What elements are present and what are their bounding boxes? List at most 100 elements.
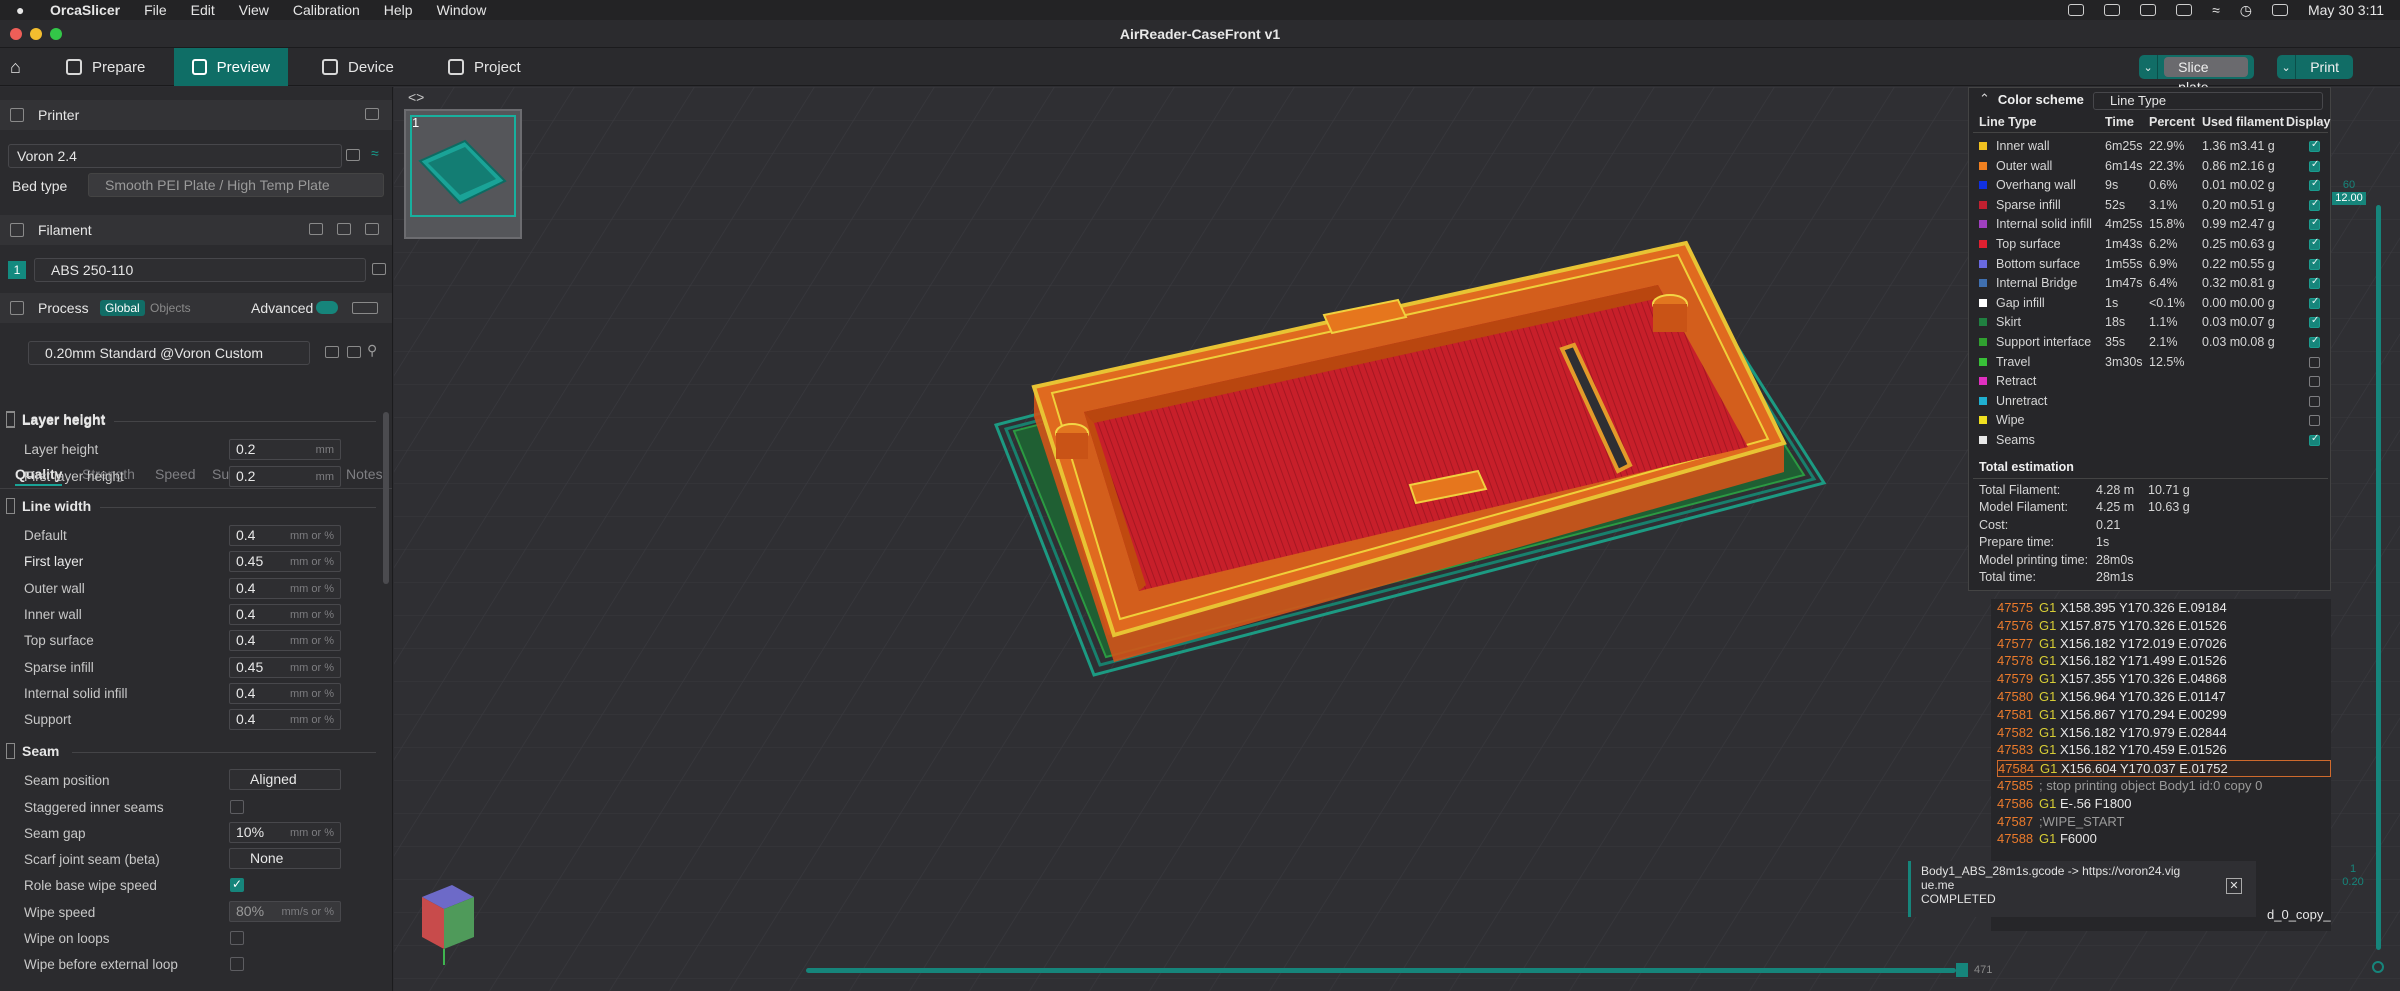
toggle-objects[interactable]: Objects bbox=[150, 301, 191, 315]
legend-display-checkbox[interactable] bbox=[2309, 276, 2320, 290]
legend-display-checkbox[interactable] bbox=[2309, 356, 2320, 368]
legend-display-checkbox[interactable] bbox=[2309, 415, 2320, 427]
tab-preview[interactable]: Preview bbox=[174, 48, 288, 86]
legend-display-checkbox[interactable] bbox=[2309, 376, 2320, 388]
advanced-toggle[interactable] bbox=[316, 301, 338, 314]
time-machine-icon[interactable]: ◷ bbox=[2240, 2, 2252, 19]
process-section-header[interactable]: Process Global Objects Advanced bbox=[0, 293, 392, 323]
color-scheme-select[interactable]: Line Type bbox=[2093, 92, 2323, 110]
slice-plate-button[interactable]: ⌄ Slice plate bbox=[2139, 55, 2254, 95]
remove-filament-icon[interactable] bbox=[337, 223, 351, 235]
edit-filament-icon[interactable] bbox=[372, 263, 386, 275]
menu-file[interactable]: File bbox=[144, 2, 167, 18]
gcode-line[interactable]: 47582 G1 X156.182 Y170.979 E.02844 bbox=[1997, 725, 2331, 742]
save-preset-icon[interactable] bbox=[325, 346, 339, 358]
legend-display-checkbox[interactable] bbox=[2309, 237, 2320, 250]
toggle-global[interactable]: Global bbox=[100, 300, 145, 316]
orientation-cube[interactable] bbox=[412, 877, 492, 967]
legend-display-checkbox[interactable] bbox=[2309, 315, 2320, 329]
gcode-line[interactable]: 47587 ;WIPE_START bbox=[1997, 814, 2331, 831]
filament-settings-icon[interactable] bbox=[365, 223, 379, 235]
add-filament-icon[interactable] bbox=[309, 223, 323, 235]
minimize-window-button[interactable] bbox=[30, 28, 42, 40]
horizontal-slider-thumb[interactable] bbox=[1956, 963, 1968, 977]
gcode-line[interactable]: 47585 ; stop printing object Body1 id:0 c… bbox=[1997, 778, 2331, 795]
cloud-icon[interactable] bbox=[2104, 4, 2121, 16]
chevron-down-icon[interactable]: ⌄ bbox=[2139, 55, 2159, 79]
close-window-button[interactable] bbox=[10, 28, 22, 40]
chevron-down-icon[interactable]: ⌄ bbox=[2277, 55, 2297, 79]
color-scheme-header[interactable]: ⌃ Color scheme bbox=[1979, 91, 2084, 107]
vertical-layer-slider[interactable] bbox=[2376, 205, 2381, 950]
zoom-window-button[interactable] bbox=[50, 28, 62, 40]
gcode-line[interactable]: 47588 G1 F6000 bbox=[1997, 831, 2331, 848]
tab-others[interactable]: Others bbox=[283, 466, 325, 482]
gcode-line[interactable]: 47586 G1 E-.56 F1800 bbox=[1997, 796, 2331, 813]
horizontal-layer-slider[interactable] bbox=[806, 968, 1956, 973]
filament-select[interactable]: ABS 250-110 bbox=[34, 258, 366, 282]
tab-prepare[interactable]: Prepare bbox=[48, 48, 163, 86]
apple-icon[interactable]: ● bbox=[16, 2, 32, 18]
slider-settings-icon[interactable] bbox=[2372, 961, 2384, 973]
menu-view[interactable]: View bbox=[239, 2, 269, 18]
tab-support[interactable]: Support bbox=[212, 466, 261, 482]
legend-row: Internal solid infill 4m25s 15.8% 0.99 m 2.4… bbox=[1979, 215, 2329, 233]
status-app-icon[interactable] bbox=[2068, 4, 2085, 16]
compare-icon[interactable] bbox=[352, 302, 378, 314]
legend-display-checkbox[interactable] bbox=[2309, 335, 2320, 348]
menu-window[interactable]: Window bbox=[437, 2, 487, 18]
gcode-line[interactable]: 47577 G1 X156.182 Y172.019 E.07026 bbox=[1997, 636, 2331, 653]
legend-time: 4m25s bbox=[2105, 217, 2143, 232]
process-profile-select[interactable]: 0.20mm Standard @Voron Custom bbox=[28, 341, 310, 365]
close-icon[interactable]: ✕ bbox=[2226, 878, 2242, 894]
legend-display-checkbox[interactable] bbox=[2309, 217, 2320, 231]
legend-display-checkbox[interactable] bbox=[2309, 395, 2320, 407]
printer-section-header[interactable]: Printer bbox=[0, 100, 392, 130]
gcode-line[interactable]: 47575 G1 X158.395 Y170.326 E.09184 bbox=[1997, 600, 2331, 617]
bed-type-select[interactable]: Smooth PEI Plate / High Temp Plate bbox=[88, 173, 384, 197]
gcode-line[interactable]: 47578 G1 X156.182 Y171.499 E.01526 bbox=[1997, 653, 2331, 670]
wifi-icon[interactable]: ≈ bbox=[371, 145, 379, 161]
legend-display-checkbox[interactable] bbox=[2309, 198, 2320, 211]
printer-settings-icon[interactable] bbox=[365, 108, 379, 120]
control-center-icon[interactable] bbox=[2271, 4, 2288, 16]
legend-display-checkbox[interactable] bbox=[2309, 296, 2320, 309]
total-row: Total time: 28m1s bbox=[1979, 570, 2148, 584]
menu-help[interactable]: Help bbox=[384, 2, 413, 18]
battery-icon[interactable] bbox=[2176, 4, 2193, 16]
print-button[interactable]: ⌄ Print bbox=[2277, 55, 2353, 79]
legend-display-checkbox[interactable] bbox=[2309, 178, 2320, 192]
record-icon[interactable] bbox=[2140, 4, 2157, 16]
tab-strength[interactable]: Strength bbox=[82, 466, 135, 482]
plate-thumbnail[interactable]: 1 bbox=[404, 109, 522, 239]
legend-display-checkbox[interactable] bbox=[2309, 159, 2320, 172]
tab-speed[interactable]: Speed bbox=[155, 466, 195, 482]
menu-edit[interactable]: Edit bbox=[191, 2, 215, 18]
gcode-line[interactable]: 47580 G1 X156.964 Y170.326 E.01147 bbox=[1997, 689, 2331, 706]
legend-display-checkbox[interactable] bbox=[2309, 139, 2320, 152]
gcode-line[interactable]: 47581 G1 X156.867 Y170.294 E.00299 bbox=[1997, 707, 2331, 724]
collapse-sidebar-icon[interactable]: <> bbox=[408, 89, 424, 105]
tab-project[interactable]: Project bbox=[430, 48, 539, 86]
printer-select[interactable]: Voron 2.4 bbox=[8, 144, 342, 168]
legend-display-checkbox[interactable] bbox=[2309, 433, 2320, 446]
delete-preset-icon[interactable] bbox=[347, 346, 361, 358]
gcode-line[interactable]: 47584 G1 X156.604 Y170.037 E.01752 bbox=[1997, 760, 2331, 778]
legend-display-checkbox[interactable] bbox=[2309, 257, 2320, 270]
menu-app-name[interactable]: OrcaSlicer bbox=[50, 2, 120, 18]
wifi-icon[interactable]: ≈ bbox=[2212, 2, 2220, 18]
gcode-line[interactable]: 47579 G1 X157.355 Y170.326 E.04868 bbox=[1997, 671, 2331, 688]
home-button[interactable]: ⌂ bbox=[0, 48, 38, 86]
gcode-line[interactable]: 47583 G1 X156.182 Y170.459 E.01526 bbox=[1997, 742, 2331, 759]
edit-printer-icon[interactable] bbox=[346, 149, 360, 161]
search-icon[interactable]: ⚲ bbox=[367, 342, 377, 359]
gcode-line[interactable]: 47576 G1 X157.875 Y170.326 E.01526 bbox=[1997, 618, 2331, 635]
legend-weight: 0.63 g bbox=[2240, 237, 2275, 251]
tab-notes[interactable]: Notes bbox=[346, 466, 383, 482]
collapse-icon[interactable]: ⌃ bbox=[1979, 91, 1990, 107]
tab-quality[interactable]: Quality bbox=[15, 466, 63, 486]
menu-calibration[interactable]: Calibration bbox=[293, 2, 360, 18]
filament-section-header[interactable]: Filament bbox=[0, 215, 392, 245]
tab-device[interactable]: Device bbox=[304, 48, 412, 86]
menu-clock[interactable]: May 30 3:11 bbox=[2308, 2, 2384, 18]
